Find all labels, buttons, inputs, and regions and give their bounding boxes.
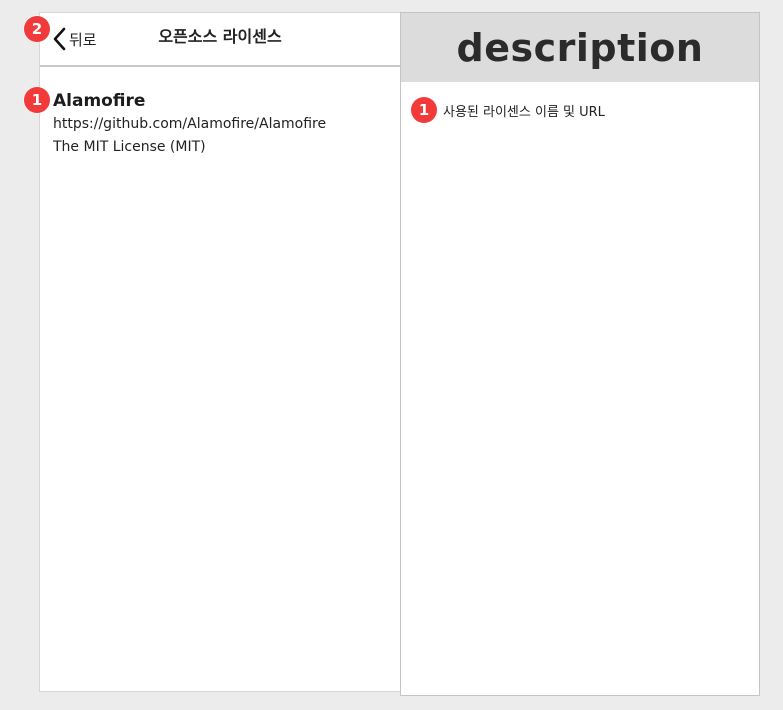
annotated-screen-spec: 뒤로 오픈소스 라이센스 Alamofire https://github.co… (0, 0, 783, 710)
app-screen: 뒤로 오픈소스 라이센스 Alamofire https://github.co… (39, 12, 401, 692)
page-title: 오픈소스 라이센스 (158, 27, 282, 46)
annotation-marker-back: 2 (24, 16, 50, 42)
description-title: description (456, 25, 704, 70)
license-list-item: Alamofire https://github.com/Alamofire/A… (53, 89, 392, 159)
annotation-marker-license: 1 (24, 87, 50, 113)
description-item: 1 사용된 라이센스 이름 및 URL (411, 97, 605, 123)
description-panel: description 1 사용된 라이센스 이름 및 URL (400, 12, 760, 696)
license-url[interactable]: https://github.com/Alamofire/Alamofire (53, 113, 392, 136)
navigation-bar: 뒤로 오픈소스 라이센스 (40, 13, 400, 67)
license-name: Alamofire (53, 91, 146, 111)
description-item-text: 사용된 라이센스 이름 및 URL (443, 104, 605, 120)
annotation-marker: 1 (411, 97, 437, 123)
description-header: description (401, 13, 759, 82)
license-type: The MIT License (MIT) (53, 139, 206, 155)
